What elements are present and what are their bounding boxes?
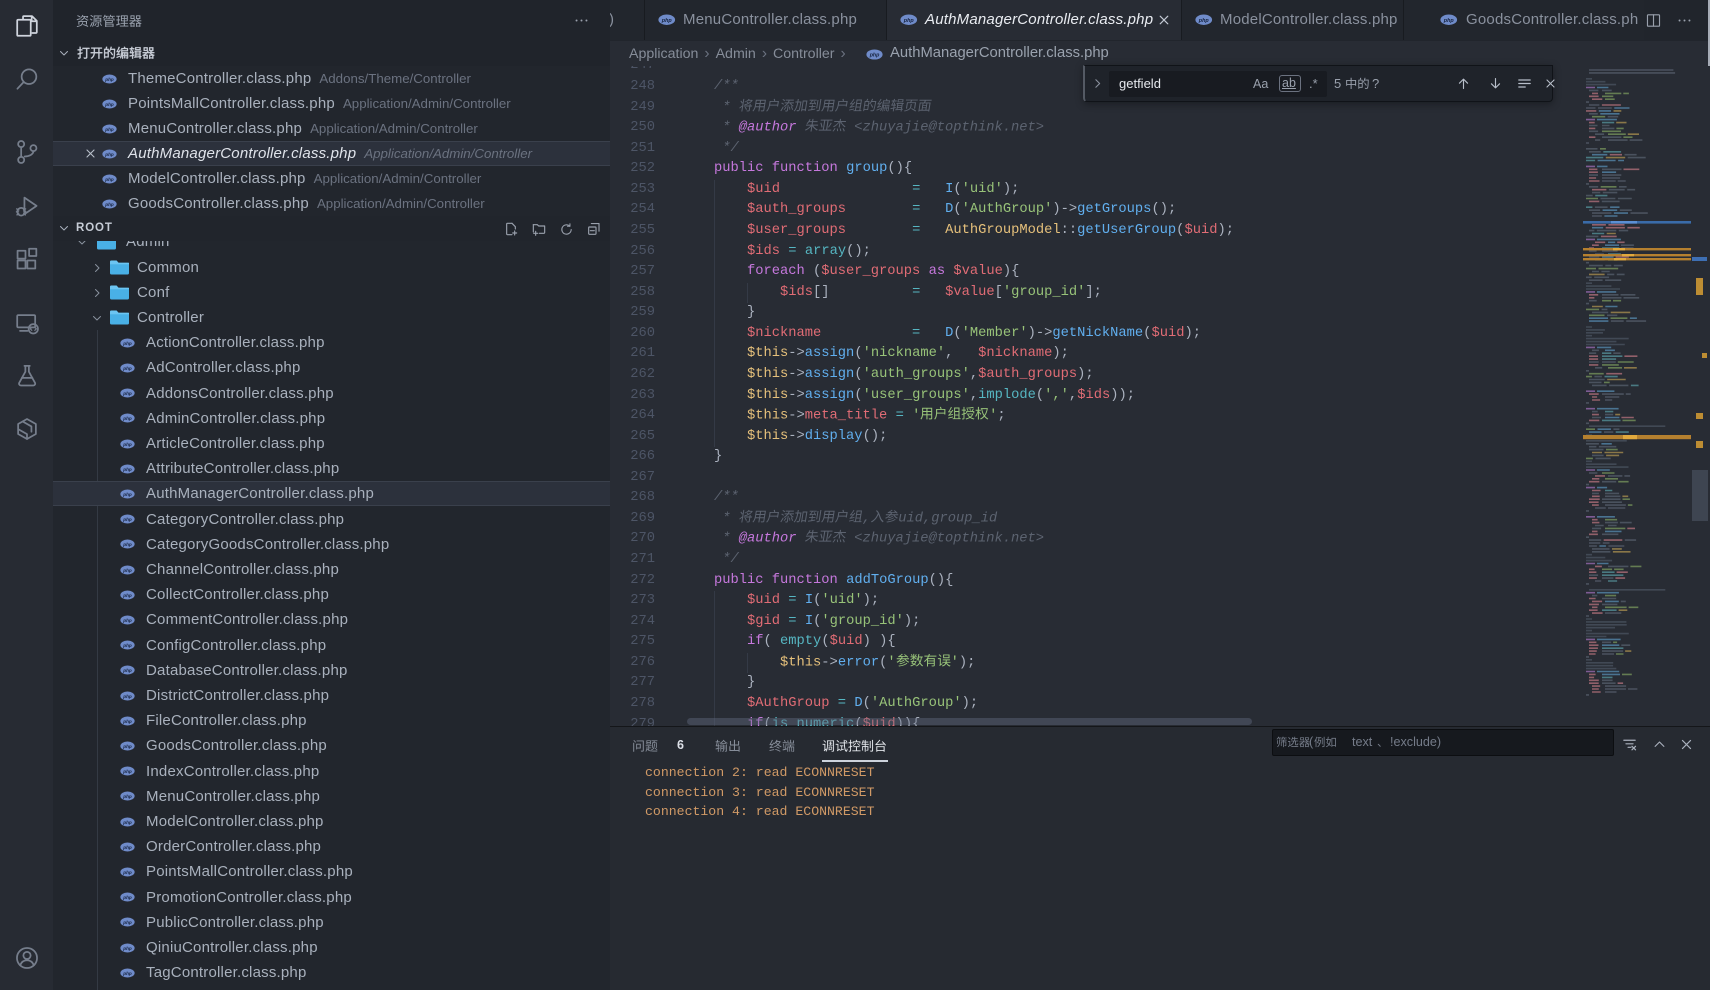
svg-text:php: php — [1443, 18, 1455, 24]
svg-text:php: php — [122, 693, 132, 698]
svg-text:php: php — [104, 126, 114, 131]
svg-text:php: php — [122, 416, 132, 421]
svg-text:php: php — [122, 718, 132, 723]
svg-text:php: php — [104, 151, 114, 156]
svg-text:php: php — [122, 366, 132, 371]
svg-text:php: php — [104, 176, 114, 181]
svg-text:php: php — [122, 441, 132, 446]
svg-text:php: php — [122, 542, 132, 547]
svg-text:php: php — [122, 970, 132, 975]
svg-text:php: php — [122, 744, 132, 749]
svg-text:php: php — [122, 391, 132, 396]
svg-text:php: php — [104, 76, 114, 81]
svg-text:php: php — [122, 618, 132, 623]
svg-text:php: php — [122, 466, 132, 471]
svg-text:php: php — [122, 844, 132, 849]
svg-text:php: php — [122, 567, 132, 572]
svg-text:php: php — [1198, 18, 1210, 24]
svg-text:php: php — [903, 18, 915, 24]
svg-text:php: php — [122, 643, 132, 648]
svg-text:php: php — [122, 945, 132, 950]
svg-text:php: php — [122, 668, 132, 673]
svg-text:php: php — [122, 592, 132, 597]
svg-text:php: php — [122, 769, 132, 774]
svg-text:php: php — [122, 340, 132, 345]
svg-text:php: php — [661, 18, 673, 24]
svg-text:php: php — [122, 492, 132, 497]
svg-text:php: php — [122, 517, 132, 522]
svg-text:php: php — [122, 870, 132, 875]
svg-text:php: php — [122, 895, 132, 900]
svg-text:php: php — [869, 52, 880, 58]
svg-text:php: php — [122, 819, 132, 824]
svg-text:php: php — [104, 201, 114, 206]
svg-text:php: php — [104, 101, 114, 106]
svg-text:php: php — [122, 794, 132, 799]
svg-text:php: php — [122, 920, 132, 925]
